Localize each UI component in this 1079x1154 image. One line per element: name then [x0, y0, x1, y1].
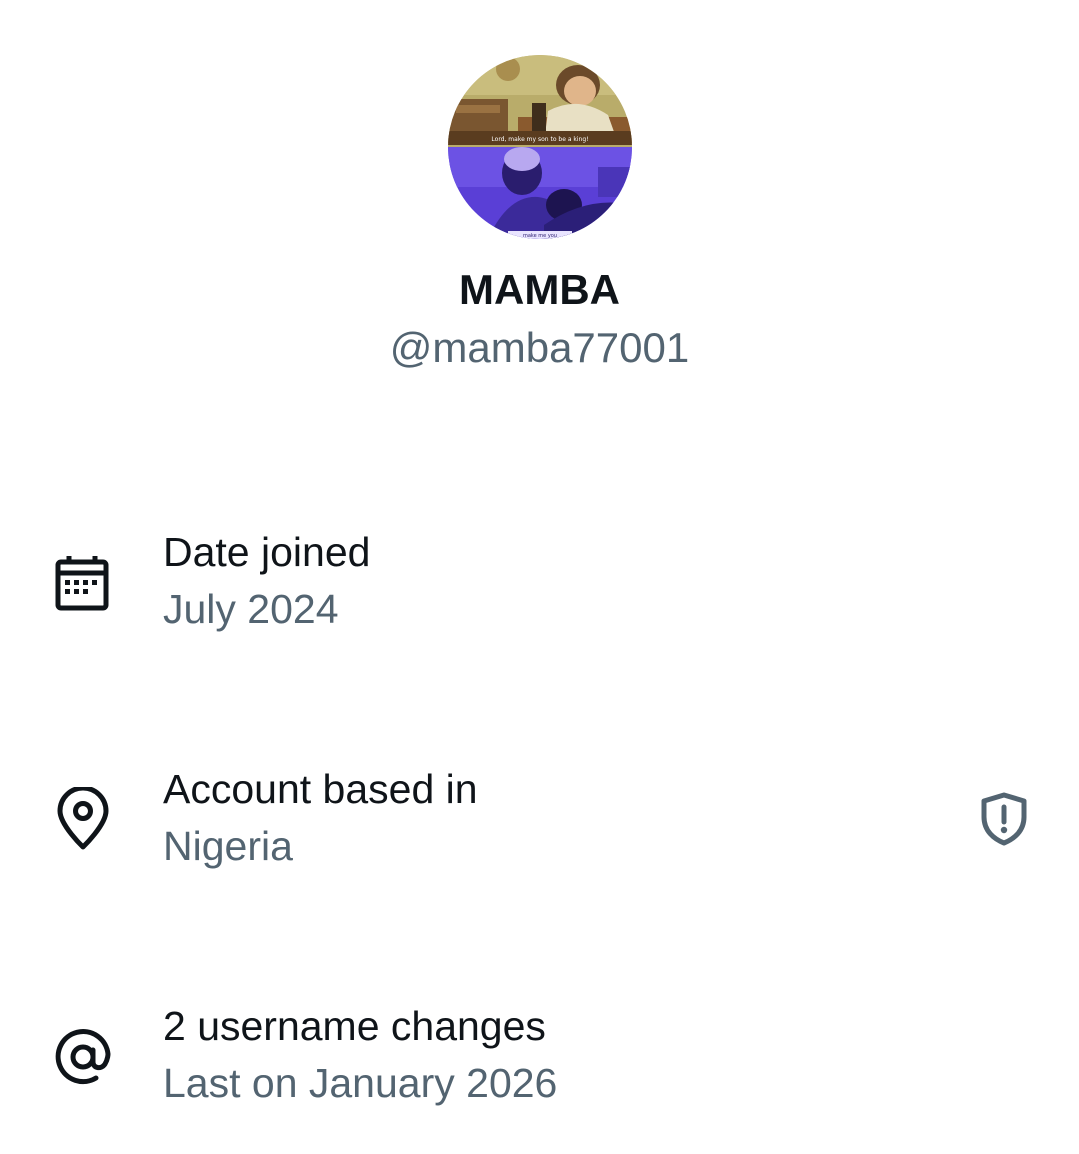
- account-location-label: Account based in: [163, 766, 478, 812]
- calendar-icon: [50, 552, 116, 618]
- info-row-date-joined: Date joined July 2024: [0, 528, 1079, 638]
- shield-alert-icon[interactable]: [976, 791, 1032, 847]
- username-changes-label: 2 username changes: [163, 1003, 546, 1049]
- info-row-account-location: Account based in Nigeria: [0, 765, 1079, 875]
- avatar-caption-bottom: make me you: [523, 233, 557, 239]
- avatar-image: Lord, make my son to be a king! make me …: [448, 55, 632, 239]
- username-changes-value: Last on January 2026: [163, 1060, 558, 1106]
- info-row-username-changes: 2 username changes Last on January 2026: [0, 1002, 1079, 1112]
- display-name: MAMBA: [459, 266, 620, 313]
- username-handle: @mamba77001: [389, 324, 690, 371]
- location-pin-icon: [50, 787, 116, 853]
- at-sign-icon: [50, 1024, 116, 1090]
- date-joined-label: Date joined: [163, 529, 371, 575]
- account-location-value: Nigeria: [163, 823, 293, 869]
- avatar[interactable]: Lord, make my son to be a king! make me …: [448, 55, 632, 239]
- avatar-caption-top: Lord, make my son to be a king!: [491, 136, 588, 143]
- date-joined-value: July 2024: [163, 586, 339, 632]
